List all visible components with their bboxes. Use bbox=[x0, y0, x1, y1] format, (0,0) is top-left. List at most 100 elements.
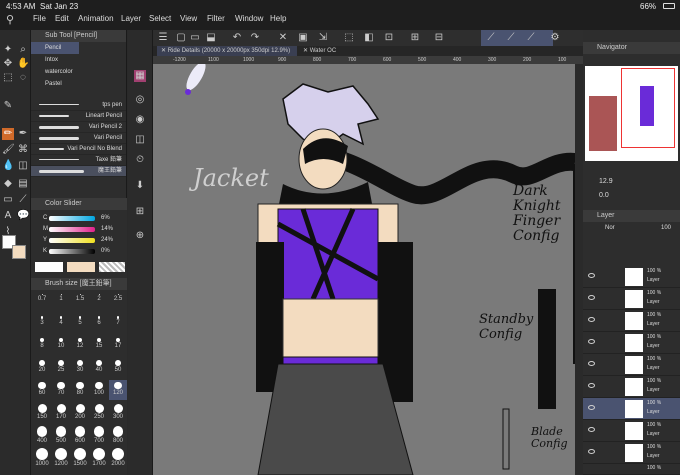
transform-icon[interactable]: ⇲ bbox=[317, 32, 329, 44]
eraser-icon[interactable]: ◫ bbox=[17, 160, 29, 172]
balloon-icon[interactable]: 💬 bbox=[17, 210, 29, 222]
menu-layer[interactable]: Layer bbox=[121, 14, 141, 23]
brush-size-option[interactable]: 10 bbox=[52, 336, 70, 356]
brush-item-selected[interactable]: 魔王鉛筆 bbox=[31, 166, 126, 177]
slider-m[interactable]: M 14% bbox=[31, 224, 127, 235]
brush-size-option[interactable]: 1200 bbox=[52, 446, 70, 467]
brush-size-option[interactable]: 150 bbox=[33, 402, 51, 422]
brush-size-option[interactable]: 25 bbox=[52, 358, 70, 378]
zoom-value[interactable]: 12.9 bbox=[599, 178, 613, 185]
brush-size-option[interactable]: 6 bbox=[90, 314, 108, 334]
lasso-icon[interactable]: ◌ bbox=[17, 72, 29, 84]
undo-icon[interactable]: ↶ bbox=[231, 32, 243, 44]
tab-watercolor[interactable]: watercolor bbox=[31, 66, 79, 78]
layer-folder[interactable]: 100 % bbox=[583, 464, 680, 475]
brush-tool-icon[interactable]: 🖌 bbox=[2, 144, 15, 156]
layer-row[interactable]: 100 % Layer bbox=[583, 288, 680, 310]
snap-icon[interactable]: ⊞ bbox=[409, 32, 421, 44]
item-bank-icon[interactable]: ⊕ bbox=[134, 230, 146, 242]
color-set-icon[interactable]: ▦ bbox=[134, 70, 146, 82]
brush-size-option[interactable]: 1.5 bbox=[71, 292, 89, 312]
eye-icon[interactable] bbox=[588, 273, 595, 278]
brush-size-option[interactable]: 12 bbox=[71, 336, 89, 356]
navigator-preview[interactable] bbox=[585, 66, 678, 161]
deselect-icon[interactable]: ⬚ bbox=[343, 32, 355, 44]
brush-item[interactable]: Lineart Pencil bbox=[31, 111, 126, 122]
invert-icon[interactable]: ◧ bbox=[363, 32, 375, 44]
save-icon[interactable]: ⬓ bbox=[205, 32, 217, 44]
close-icon[interactable]: ✕ bbox=[303, 48, 310, 54]
brush-size-option[interactable]: 400 bbox=[33, 424, 51, 444]
eye-icon[interactable] bbox=[588, 405, 595, 410]
snap-grid-icon[interactable]: ⟋ bbox=[525, 32, 537, 44]
slider-c[interactable]: C 6% bbox=[31, 213, 127, 224]
brush-size-option[interactable]: 30 bbox=[71, 358, 89, 378]
brush-size-option[interactable]: 800 bbox=[109, 424, 127, 444]
fill-icon[interactable]: ◆ bbox=[2, 178, 14, 190]
slider-track[interactable] bbox=[49, 238, 95, 243]
layer-row[interactable]: 100 % Layer bbox=[583, 354, 680, 376]
brush-size-option[interactable]: 80 bbox=[71, 380, 89, 400]
eyedropper-icon[interactable]: ✎ bbox=[2, 100, 14, 112]
brush-item[interactable]: Vari Pencil bbox=[31, 133, 126, 144]
eye-icon[interactable] bbox=[588, 427, 595, 432]
wand-icon[interactable]: ✦ bbox=[2, 44, 14, 56]
layer-row[interactable]: 100 % Layer bbox=[583, 398, 680, 420]
menu-icon[interactable]: ☰ bbox=[157, 32, 169, 44]
brush-size-option[interactable]: 3 bbox=[33, 314, 51, 334]
brush-size-option[interactable]: 1700 bbox=[90, 446, 108, 467]
brush-item[interactable]: Taxe 鉛筆 bbox=[31, 155, 126, 166]
brush-size-option[interactable]: 170 bbox=[52, 402, 70, 422]
figure-icon[interactable]: ▭ bbox=[2, 194, 14, 206]
brush-size-option[interactable]: 100 bbox=[90, 380, 108, 400]
brush-size-option[interactable]: 600 bbox=[71, 424, 89, 444]
brush-size-option[interactable]: 60 bbox=[33, 380, 51, 400]
settings-icon[interactable]: ⚙ bbox=[549, 32, 561, 44]
tab-pastel[interactable]: Pastel bbox=[31, 78, 79, 90]
menu-help[interactable]: Help bbox=[270, 14, 286, 23]
brush-item[interactable]: Vari Pencil No Blend bbox=[31, 144, 126, 155]
menu-view[interactable]: View bbox=[180, 14, 197, 23]
brush-size-option[interactable]: 500 bbox=[52, 424, 70, 444]
brush-size-option[interactable]: 1 bbox=[52, 292, 70, 312]
menu-animation[interactable]: Animation bbox=[78, 14, 114, 23]
eye-icon[interactable] bbox=[588, 339, 595, 344]
brush-size-option[interactable]: 1000 bbox=[33, 446, 51, 467]
color-chip-skin[interactable] bbox=[67, 262, 95, 272]
search-layer-icon[interactable]: ◫ bbox=[134, 134, 146, 146]
history-icon[interactable]: ⏲ bbox=[134, 154, 146, 166]
layer-property-icon[interactable]: ◉ bbox=[134, 114, 146, 126]
menu-file[interactable]: File bbox=[33, 14, 46, 23]
tab-water-oc[interactable]: ✕ Water OC bbox=[299, 46, 359, 56]
brush-size-option[interactable]: 4 bbox=[52, 314, 70, 334]
menu-select[interactable]: Select bbox=[149, 14, 171, 23]
menu-filter[interactable]: Filter bbox=[207, 14, 225, 23]
slider-track[interactable] bbox=[49, 227, 95, 232]
tab-pencil[interactable]: Pencil bbox=[31, 42, 79, 54]
brush-size-option[interactable]: 2 bbox=[90, 292, 108, 312]
brush-size-option[interactable]: 7 bbox=[109, 314, 127, 334]
angle-value[interactable]: 0.0 bbox=[599, 192, 609, 199]
snap-special-icon[interactable]: ⟋ bbox=[505, 32, 517, 44]
layer-row[interactable]: 100 % Layer bbox=[583, 376, 680, 398]
layer-row[interactable]: 100 % Layer bbox=[583, 442, 680, 464]
brush-size-option[interactable]: 1500 bbox=[71, 446, 89, 467]
brush-size-option[interactable]: 5 bbox=[71, 314, 89, 334]
airbrush-icon[interactable]: ⌘ bbox=[17, 144, 29, 156]
layer-row[interactable]: 100 % Layer bbox=[583, 266, 680, 288]
eye-icon[interactable] bbox=[588, 449, 595, 454]
pen-tool-icon[interactable]: ✒ bbox=[17, 128, 29, 140]
snap-ruler-icon[interactable]: ⟋ bbox=[485, 32, 497, 44]
brush-item[interactable]: tps pen bbox=[31, 100, 126, 111]
open-icon[interactable]: ▭ bbox=[189, 32, 201, 44]
brush-size-option[interactable]: 70 bbox=[52, 380, 70, 400]
hand-icon[interactable]: ✋ bbox=[17, 58, 29, 70]
slider-k[interactable]: K 0% bbox=[31, 246, 127, 257]
selection-area-icon[interactable]: ⊡ bbox=[383, 32, 395, 44]
select-icon[interactable]: ⬚ bbox=[2, 72, 14, 84]
color-chip-transparent[interactable] bbox=[99, 262, 125, 272]
layer-row[interactable]: 100 % Layer bbox=[583, 420, 680, 442]
slider-y[interactable]: Y 24% bbox=[31, 235, 127, 246]
zoom-icon[interactable]: ⌕ bbox=[17, 44, 29, 56]
brush-size-option[interactable]: 200 bbox=[71, 402, 89, 422]
